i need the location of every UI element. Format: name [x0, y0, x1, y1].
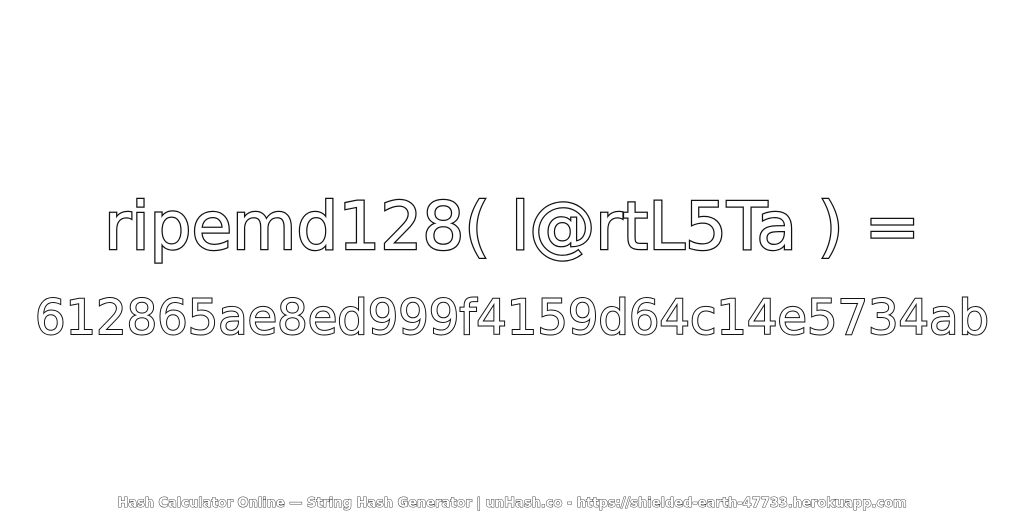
hash-expression: ripemd128( l@rtL5Ta ) =: [103, 187, 921, 267]
hash-digest: 612865ae8ed999f4159d64c14e5734ab: [34, 289, 990, 347]
footer-credit: Hash Calculator Online — String Hash Gen…: [117, 496, 907, 512]
